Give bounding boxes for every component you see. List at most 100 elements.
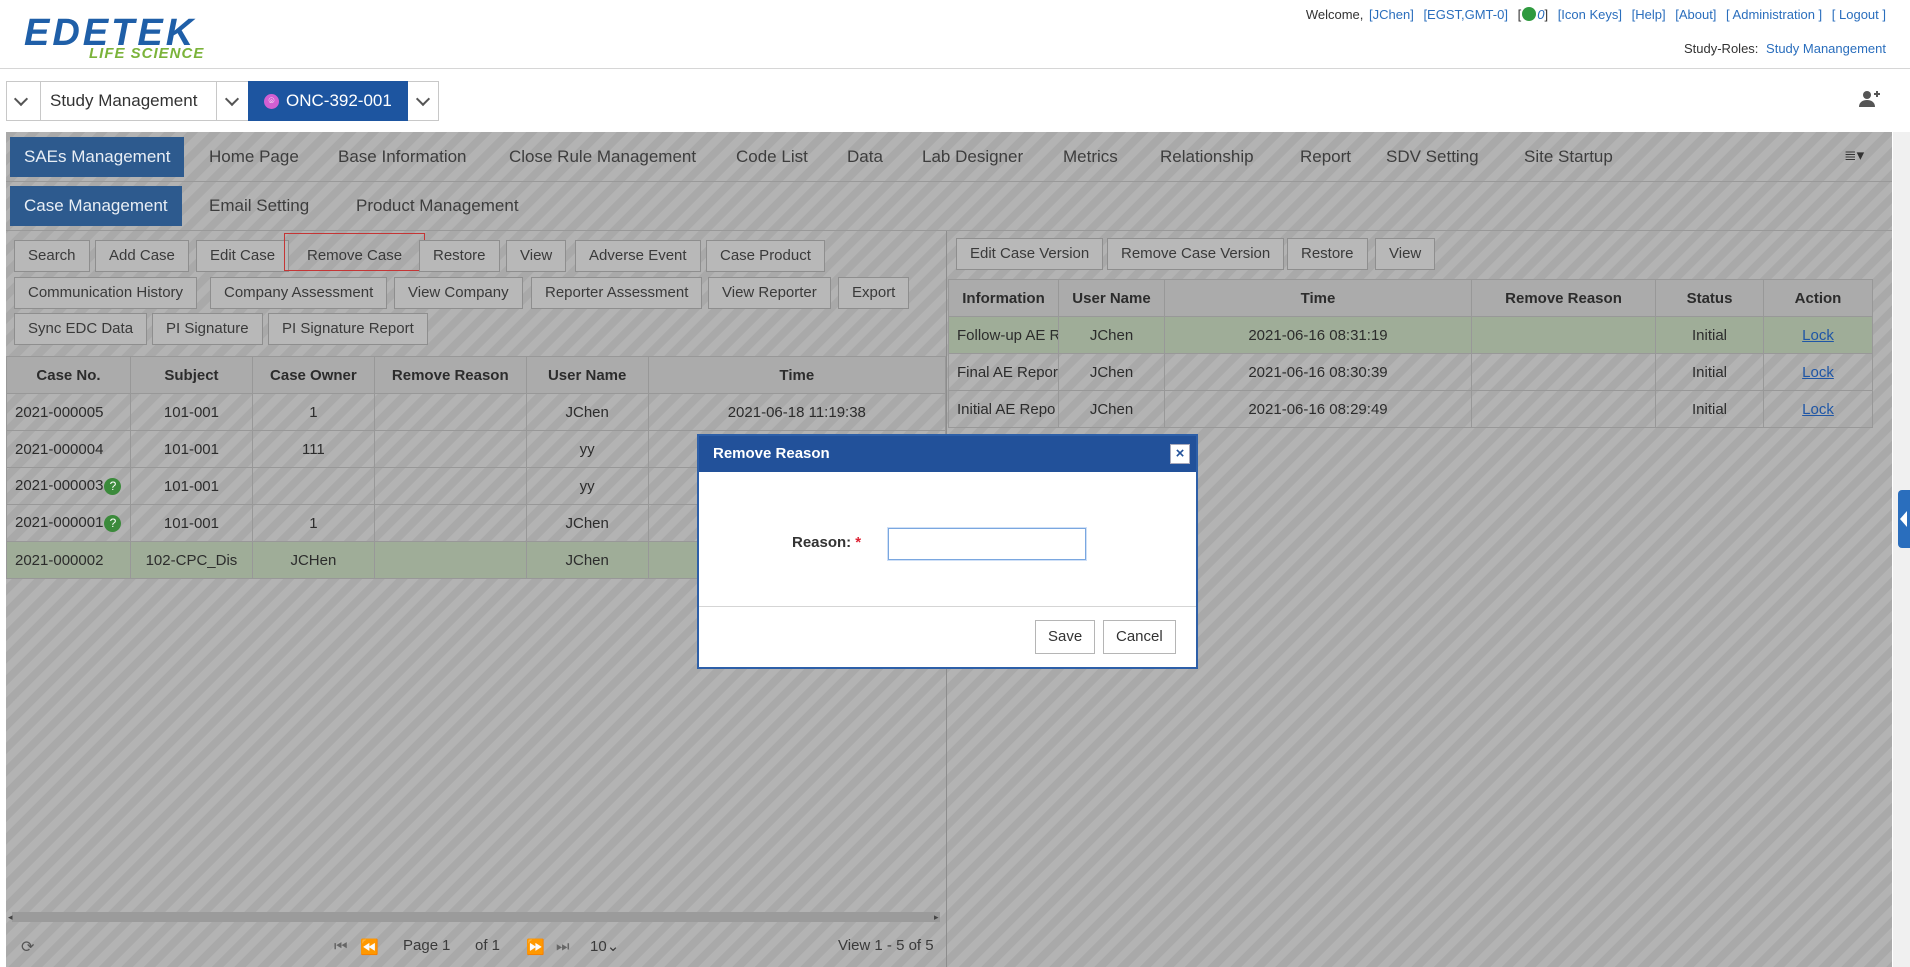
restore-version-button[interactable]: Restore	[1287, 238, 1368, 270]
module-name[interactable]: Study Management	[50, 91, 197, 111]
tab-email-setting[interactable]: Email Setting	[195, 186, 323, 226]
column-header[interactable]: User Name	[525, 356, 649, 394]
menu-list-icon[interactable]: ≣▾	[1844, 146, 1864, 164]
prev-page-icon[interactable]: ⏪	[360, 938, 379, 956]
column-header[interactable]: User Name	[1058, 279, 1165, 317]
cancel-button[interactable]: Cancel	[1103, 620, 1176, 654]
lock-link[interactable]: Lock	[1802, 401, 1834, 418]
tab-product-management[interactable]: Product Management	[342, 186, 533, 226]
column-header[interactable]: Time	[647, 356, 947, 394]
column-header[interactable]: Information	[948, 279, 1059, 317]
column-header[interactable]: Status	[1655, 279, 1764, 317]
tab-code-list[interactable]: Code List	[722, 137, 822, 177]
user-name-cell: JChen	[1058, 390, 1165, 428]
tab-data[interactable]: Data	[833, 137, 897, 177]
question-icon[interactable]: ?	[104, 514, 122, 532]
tab-sdv-setting[interactable]: SDV Setting	[1372, 137, 1493, 177]
question-icon[interactable]: ?	[104, 477, 122, 495]
icon-keys-link[interactable]: [Icon Keys]	[1558, 7, 1622, 22]
column-header[interactable]: Subject	[129, 356, 253, 394]
administration-link[interactable]: [ Administration ]	[1726, 7, 1822, 22]
column-header[interactable]: Case No.	[6, 356, 131, 394]
column-header[interactable]: Action	[1763, 279, 1873, 317]
vertical-scrollbar[interactable]	[1893, 132, 1910, 967]
tab-saes-management[interactable]: SAEs Management	[10, 137, 185, 177]
table-row-selected[interactable]: Follow-up AE R JChen 2021-06-16 08:31:19…	[948, 316, 1873, 354]
first-page-icon[interactable]: ⏮	[334, 938, 348, 955]
sync-edc-data-button[interactable]: Sync EDC Data	[14, 313, 148, 345]
help-link[interactable]: [Help]	[1632, 7, 1666, 22]
last-page-icon[interactable]: ⏭	[556, 938, 570, 955]
adverse-event-button[interactable]: Adverse Event	[575, 240, 701, 272]
time-cell: 2021-06-18 11:19:38	[647, 393, 947, 431]
view-version-button[interactable]: View	[1375, 238, 1436, 270]
module-dropdown-chevron-icon[interactable]	[225, 94, 239, 112]
reporter-assessment-button[interactable]: Reporter Assessment	[531, 277, 703, 309]
next-page-icon[interactable]: ⏩	[526, 938, 545, 956]
study-roles-link[interactable]: Study Manangement	[1766, 41, 1886, 56]
tab-site-startup[interactable]: Site Startup	[1510, 137, 1627, 177]
owner-cell: 111	[251, 430, 375, 468]
tab-lab-designer[interactable]: Lab Designer	[908, 137, 1037, 177]
protocol-name: ONC-392-001	[286, 91, 392, 110]
reason-input[interactable]	[888, 528, 1086, 560]
view-button[interactable]: View	[506, 240, 567, 272]
case-no-cell: 2021-000003?	[6, 467, 131, 505]
table-row[interactable]: 2021-000005 101-001 1 JChen 2021-06-18 1…	[6, 393, 947, 431]
user-name-cell: JChen	[525, 541, 649, 579]
scroll-left-icon[interactable]: ◂	[8, 912, 13, 923]
page-size-select[interactable]: 10⌄	[590, 937, 619, 955]
company-assessment-button[interactable]: Company Assessment	[210, 277, 388, 309]
edit-case-version-button[interactable]: Edit Case Version	[956, 238, 1104, 270]
horizontal-scrollbar[interactable]	[12, 912, 940, 922]
save-button[interactable]: Save	[1035, 620, 1096, 654]
record-summary: View 1 - 5 of 5	[838, 937, 934, 954]
tab-close-rule-management[interactable]: Close Rule Management	[495, 137, 710, 177]
pi-signature-report-button[interactable]: PI Signature Report	[268, 313, 428, 345]
about-link[interactable]: [About]	[1675, 7, 1716, 22]
view-reporter-button[interactable]: View Reporter	[708, 277, 831, 309]
search-button[interactable]: Search	[14, 240, 90, 272]
table-row[interactable]: Initial AE Repo JChen 2021-06-16 08:29:4…	[948, 390, 1873, 428]
case-product-button[interactable]: Case Product	[706, 240, 825, 272]
column-header[interactable]: Case Owner	[251, 356, 375, 394]
status-cell: Initial	[1655, 353, 1764, 391]
side-panel-toggle-icon[interactable]	[1898, 490, 1910, 548]
scroll-right-icon[interactable]: ▸	[934, 912, 939, 923]
logout-link[interactable]: [ Logout ]	[1832, 7, 1886, 22]
welcome-text: Welcome,	[1305, 7, 1364, 22]
protocol-chevron-down-icon[interactable]	[416, 94, 430, 112]
export-button[interactable]: Export	[838, 277, 910, 309]
module-chevron-down-icon[interactable]	[14, 94, 28, 112]
add-case-button[interactable]: Add Case	[95, 240, 189, 272]
tab-report[interactable]: Report	[1286, 137, 1365, 177]
lock-link[interactable]: Lock	[1802, 327, 1834, 344]
refresh-icon[interactable]: ⟳	[21, 937, 34, 957]
table-row[interactable]: Final AE Report JChen 2021-06-16 08:30:3…	[948, 353, 1873, 391]
remove-case-button[interactable]: Remove Case	[284, 233, 426, 271]
tab-base-information[interactable]: Base Information	[324, 137, 481, 177]
user-link[interactable]: [JChen]	[1369, 7, 1414, 22]
tab-case-management[interactable]: Case Management	[10, 186, 182, 226]
communication-history-button[interactable]: Communication History	[14, 277, 198, 309]
edit-case-button[interactable]: Edit Case	[196, 240, 290, 272]
tab-relationship[interactable]: Relationship	[1146, 137, 1268, 177]
tab-home-page[interactable]: Home Page	[195, 137, 313, 177]
restore-button[interactable]: Restore	[419, 240, 500, 272]
view-company-button[interactable]: View Company	[394, 277, 523, 309]
column-header[interactable]: Remove Reason	[1471, 279, 1656, 317]
information-cell: Follow-up AE R	[948, 316, 1059, 354]
column-header[interactable]: Time	[1164, 279, 1472, 317]
timezone-link[interactable]: [EGST,GMT-0]	[1423, 7, 1508, 22]
close-icon[interactable]: ×	[1170, 444, 1190, 464]
tab-metrics[interactable]: Metrics	[1049, 137, 1132, 177]
subject-cell: 101-001	[129, 393, 253, 431]
add-user-icon[interactable]	[1858, 90, 1880, 108]
protocol-selector[interactable]: ⌾ ONC-392-001	[248, 81, 408, 121]
column-header[interactable]: Remove Reason	[373, 356, 527, 394]
page-number-input[interactable]: 1	[442, 937, 450, 954]
remove-case-version-button[interactable]: Remove Case Version	[1107, 238, 1285, 270]
lock-link[interactable]: Lock	[1802, 364, 1834, 381]
pi-signature-button[interactable]: PI Signature	[152, 313, 263, 345]
messages-link[interactable]: [0]	[1518, 7, 1548, 22]
